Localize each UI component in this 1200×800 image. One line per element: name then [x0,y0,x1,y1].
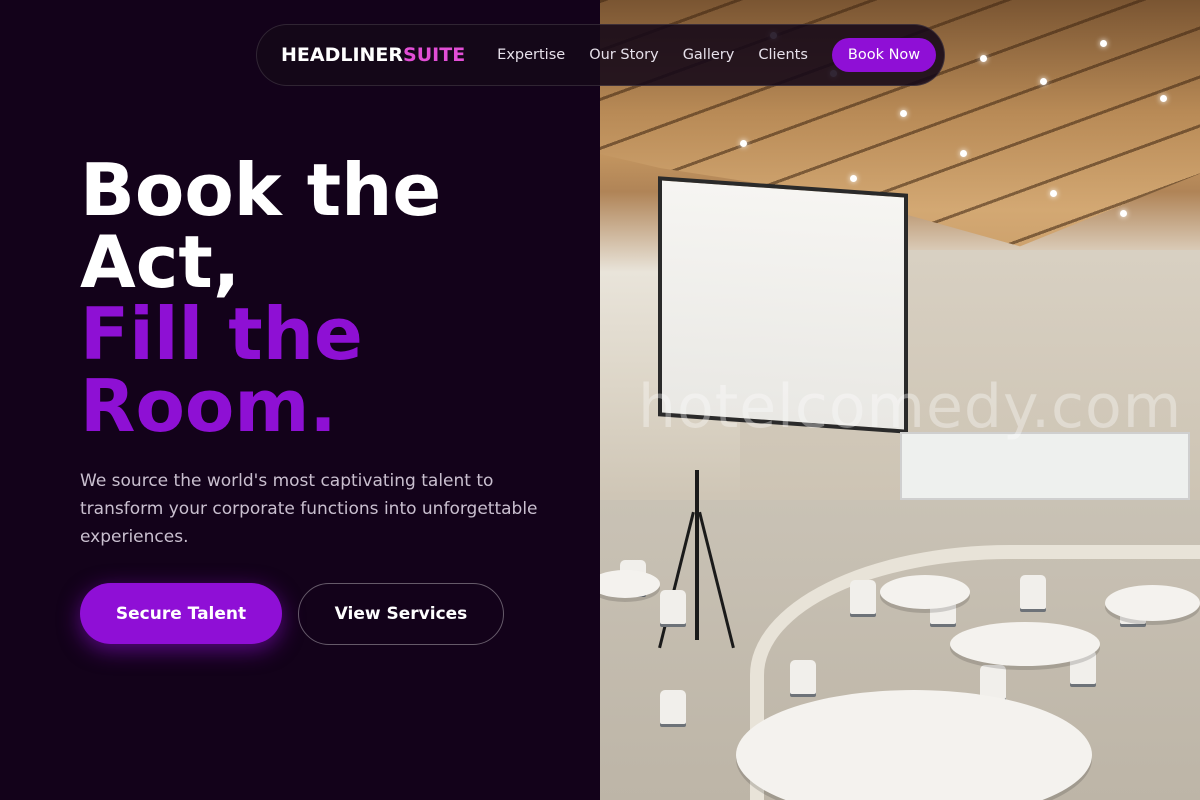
logo-main-text: HEADLINER [281,44,404,66]
side-projection-screen [900,432,1190,500]
round-table [950,622,1100,666]
nav-links: Expertise Our Story Gallery Clients Book… [497,38,937,72]
top-navbar: HEADLINERSUITE Expertise Our Story Galle… [256,24,945,86]
hero-title-line-2: Act, [80,220,241,304]
hero-title-line-4: Room. [80,364,337,448]
view-services-button[interactable]: View Services [298,583,504,645]
chair [790,660,816,694]
watermark-text: hotelcomedy.com [638,372,1183,442]
chair [660,690,686,724]
chair [850,580,876,614]
chair [660,590,686,624]
nav-link-clients[interactable]: Clients [758,47,808,63]
round-table [880,575,970,609]
hero-title: Book the Act, Fill the Room. [80,154,580,442]
secure-talent-button[interactable]: Secure Talent [80,583,282,644]
book-now-button[interactable]: Book Now [831,38,937,72]
nav-link-gallery[interactable]: Gallery [683,47,735,63]
chair [1020,575,1046,609]
camera-tripod [695,470,699,640]
brand-logo[interactable]: HEADLINERSUITE [281,44,465,66]
chair [980,665,1006,699]
nav-link-expertise[interactable]: Expertise [497,47,565,63]
hero-title-line-3: Fill the [80,292,363,376]
nav-link-our-story[interactable]: Our Story [589,47,658,63]
logo-accent-text: SUITE [403,44,466,66]
hero-subtitle: We source the world's most captivating t… [80,471,538,547]
round-table [1105,585,1200,621]
hero-title-line-1: Book the [80,148,442,232]
